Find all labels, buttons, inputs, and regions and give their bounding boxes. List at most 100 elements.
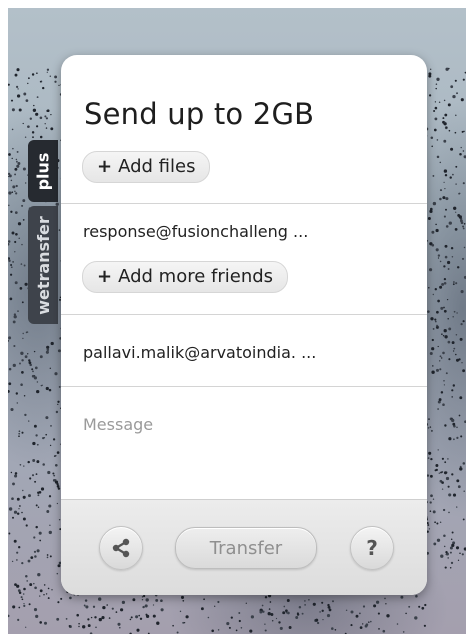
bird-dot	[21, 598, 24, 601]
bird-dot	[462, 78, 465, 81]
message-section[interactable]: Message	[61, 387, 427, 499]
bird-dot	[144, 604, 148, 608]
bird-dot	[46, 71, 48, 73]
bird-dot	[434, 521, 436, 524]
bird-dot	[230, 616, 233, 619]
bird-dot	[438, 398, 442, 402]
bird-dot	[17, 88, 19, 90]
bird-dot	[443, 265, 446, 268]
bird-dot	[370, 620, 372, 623]
add-files-button[interactable]: + Add files	[82, 151, 211, 183]
bird-dot	[48, 530, 52, 535]
bird-dot	[427, 427, 430, 429]
bird-dot	[135, 615, 139, 619]
bird-dot	[296, 612, 299, 615]
share-button[interactable]	[99, 526, 143, 570]
bird-dot	[459, 396, 463, 400]
bird-dot	[20, 263, 23, 265]
bird-dot	[457, 559, 460, 561]
bird-dot	[12, 320, 16, 324]
bird-dot	[455, 211, 457, 213]
bird-dot	[52, 472, 55, 475]
bird-dot	[463, 222, 466, 225]
bird-dot	[444, 244, 448, 248]
bird-dot	[23, 587, 26, 591]
bird-dot	[402, 631, 405, 633]
bird-dot	[45, 117, 49, 120]
bird-dot	[152, 614, 156, 618]
bird-dot	[327, 605, 331, 609]
bird-dot	[24, 413, 27, 417]
bird-dot	[432, 510, 436, 514]
bird-dot	[141, 598, 144, 601]
bird-dot	[115, 611, 118, 613]
bird-dot	[364, 624, 368, 628]
bird-dot	[37, 506, 40, 508]
bird-dot	[287, 611, 290, 615]
add-friends-label: Add more friends	[118, 266, 274, 287]
bird-dot	[8, 339, 10, 342]
bird-dot	[98, 597, 102, 601]
bird-dot	[442, 351, 445, 355]
bird-dot	[36, 72, 38, 74]
bird-dot	[8, 240, 11, 243]
transfer-button[interactable]: Transfer	[175, 527, 317, 569]
bird-dot	[185, 615, 189, 619]
bird-dot	[427, 310, 430, 313]
friend-email-field[interactable]: response@fusionchalleng ...	[83, 222, 308, 241]
bird-dot	[36, 96, 39, 99]
bird-dot	[20, 596, 23, 599]
bird-dot	[11, 231, 15, 235]
bird-dot	[285, 611, 288, 614]
bird-dot	[454, 228, 458, 231]
bird-dot	[451, 543, 455, 547]
bird-dot	[430, 429, 433, 432]
bird-dot	[442, 334, 445, 337]
bird-dot	[462, 150, 465, 152]
bird-dot	[441, 282, 445, 286]
bird-dot	[447, 260, 451, 265]
bird-dot	[35, 504, 38, 507]
bird-dot	[21, 511, 23, 514]
bird-dot	[52, 438, 56, 441]
your-email-field[interactable]: pallavi.malik@arvatoindia. ...	[83, 343, 316, 362]
bird-dot	[245, 602, 247, 604]
bird-dot	[22, 489, 24, 492]
bird-dot	[440, 357, 443, 359]
bird-dot	[22, 219, 25, 221]
bird-dot	[58, 229, 61, 231]
bird-dot	[28, 494, 31, 498]
bird-dot	[437, 299, 440, 303]
bird-dot	[68, 625, 71, 627]
bird-dot	[33, 104, 35, 107]
add-friends-button[interactable]: + Add more friends	[82, 261, 289, 293]
bird-dot	[440, 471, 442, 474]
bird-dot	[15, 85, 19, 89]
friends-section: response@fusionchalleng ... + Add more f…	[61, 204, 427, 315]
bird-dot	[445, 208, 447, 211]
bird-dot	[16, 68, 20, 72]
bird-dot	[358, 612, 361, 615]
message-field[interactable]: Message	[83, 415, 153, 434]
bird-dot	[21, 371, 24, 374]
bird-dot	[14, 474, 18, 478]
bird-dot	[65, 618, 68, 620]
bird-dot	[431, 370, 435, 374]
bird-dot	[35, 614, 39, 619]
tab-plus[interactable]: plus	[28, 140, 58, 202]
bird-dot	[8, 257, 10, 260]
bird-dot	[443, 534, 446, 538]
bird-dot	[436, 522, 439, 525]
bird-dot	[22, 199, 26, 203]
tab-wetransfer[interactable]: wetransfer	[28, 206, 58, 324]
bird-dot	[250, 615, 254, 619]
bird-dot	[437, 257, 440, 259]
plus-icon: +	[97, 156, 113, 177]
bird-dot	[36, 549, 40, 553]
help-button[interactable]: ?	[350, 526, 394, 570]
bird-dot	[431, 145, 433, 148]
bird-dot	[14, 73, 18, 77]
bird-dot	[108, 617, 111, 619]
bird-dot	[11, 560, 14, 563]
bird-dot	[176, 631, 179, 634]
